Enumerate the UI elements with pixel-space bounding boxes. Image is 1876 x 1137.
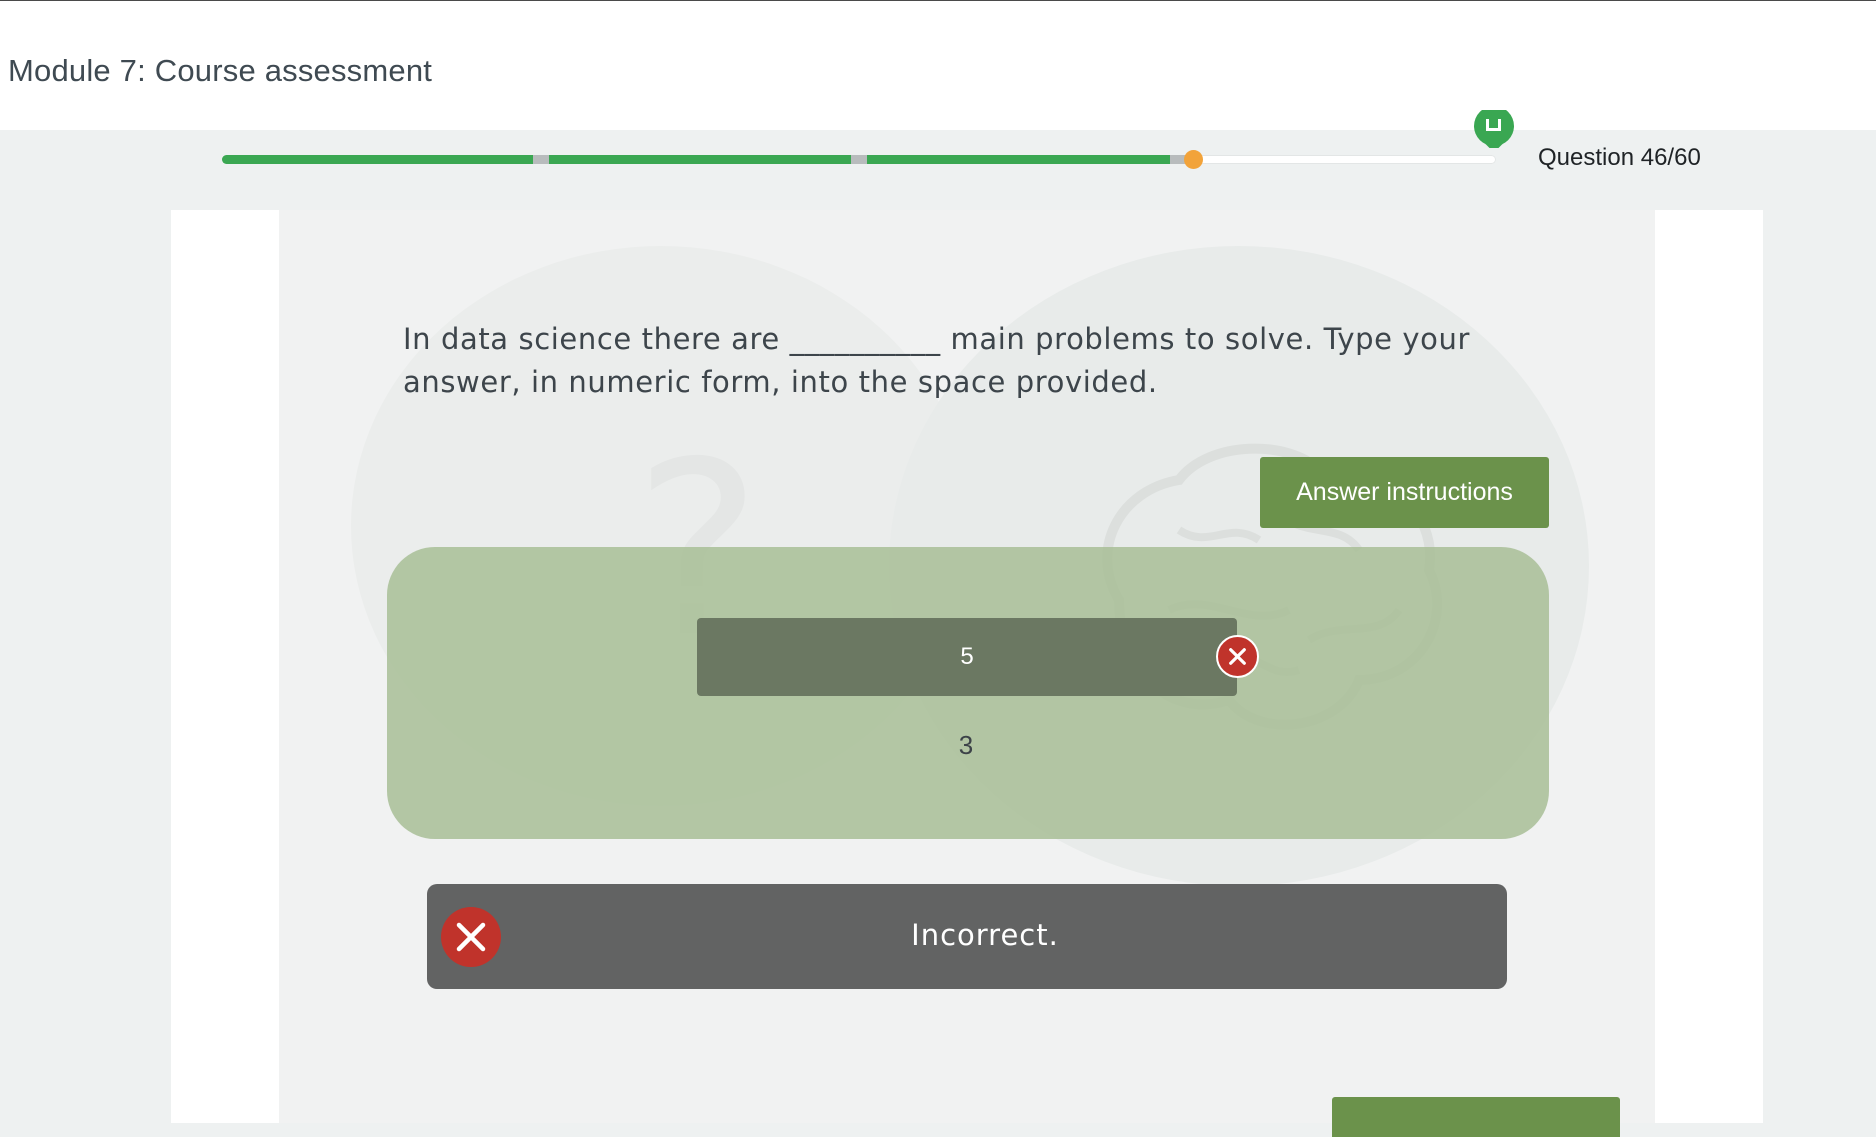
question-counter: Question 46/60	[1538, 144, 1701, 171]
page-title: Module 7: Course assessment	[8, 53, 433, 88]
progress-segment-separator	[532, 155, 549, 164]
page-header: Module 7: Course assessment	[0, 1, 1876, 130]
question-text: In data science there are __________ mai…	[403, 322, 1471, 399]
error-x-icon	[441, 907, 501, 967]
feedback-text: Incorrect.	[911, 918, 1059, 952]
progress-fill	[222, 155, 1193, 164]
progress-segment-separator	[851, 155, 867, 164]
assessment-progress-bar	[222, 150, 1496, 169]
error-x-icon	[1216, 635, 1259, 678]
answer-input[interactable]: 5	[697, 618, 1237, 696]
answer-instructions-button[interactable]: Answer instructions	[1260, 457, 1549, 528]
flag-marker-icon	[1473, 110, 1515, 148]
next-button[interactable]	[1332, 1097, 1620, 1137]
progress-knob	[1183, 150, 1203, 169]
correct-answer-value: 3	[958, 730, 974, 760]
